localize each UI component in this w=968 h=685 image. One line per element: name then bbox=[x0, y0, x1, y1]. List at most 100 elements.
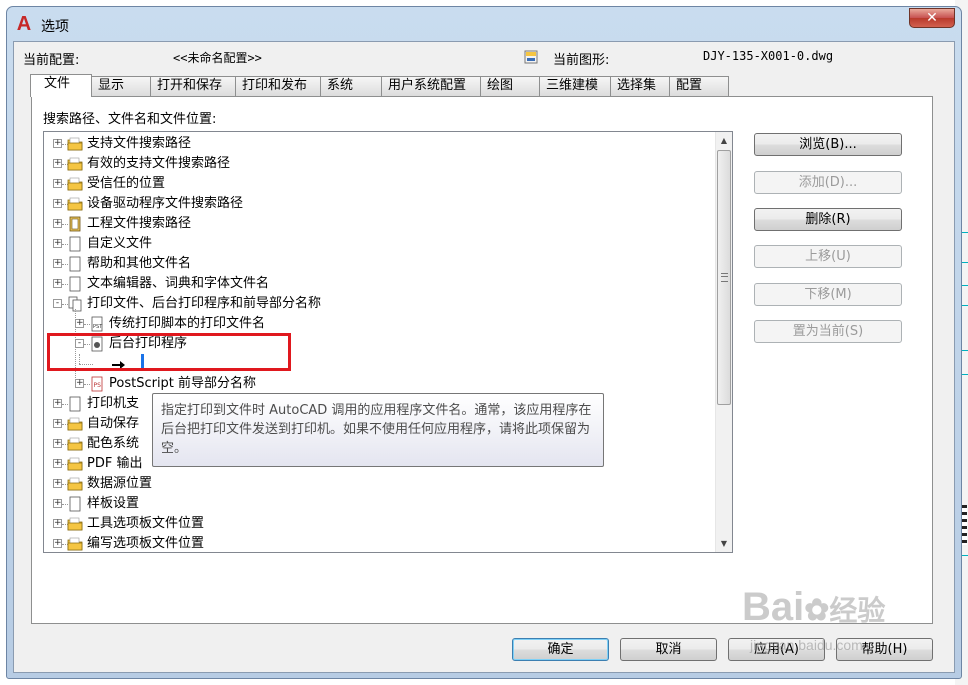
tree-node[interactable]: + PST 传统打印脚本的打印文件名 bbox=[44, 314, 704, 334]
expand-icon[interactable]: + bbox=[53, 199, 62, 208]
tree-node[interactable]: + 工程文件搜索路径 bbox=[44, 214, 704, 234]
remove-button[interactable]: 删除(R) bbox=[754, 208, 902, 231]
collapse-icon[interactable]: - bbox=[53, 299, 62, 308]
tree-node-label: 打印机支 bbox=[87, 396, 140, 411]
tab-selection[interactable]: 选择集 bbox=[610, 76, 670, 96]
help-button[interactable]: 帮助(H) bbox=[836, 638, 933, 661]
expand-icon[interactable]: + bbox=[53, 159, 62, 168]
folder-icon bbox=[67, 136, 83, 152]
tab-user-preferences[interactable]: 用户系统配置 bbox=[381, 76, 481, 96]
current-profile-value: <<未命名配置>> bbox=[173, 51, 262, 65]
cancel-button[interactable]: 取消 bbox=[620, 638, 717, 661]
annotation-highlight-box bbox=[47, 333, 291, 371]
tree-node-label: 工程文件搜索路径 bbox=[87, 216, 192, 231]
folder-icon bbox=[67, 476, 83, 492]
tree-vertical-scrollbar[interactable]: ▲ ▼ bbox=[715, 132, 732, 552]
move-up-button[interactable]: 上移(U) bbox=[754, 245, 902, 268]
folder-icon bbox=[67, 436, 83, 452]
tree-node[interactable]: + 设备驱动程序文件搜索路径 bbox=[44, 194, 704, 214]
tree-node[interactable]: + 文本编辑器、词典和字体文件名 bbox=[44, 274, 704, 294]
scrollbar-thumb[interactable] bbox=[717, 150, 731, 405]
tooltip: 指定打印到文件时 AutoCAD 调用的应用程序文件名。通常，该应用程序在后台把… bbox=[152, 393, 604, 467]
tree-node-label: 传统打印脚本的打印文件名 bbox=[109, 316, 266, 331]
drawing-file-icon bbox=[524, 50, 538, 64]
tree-node[interactable]: + 工具选项板文件位置 bbox=[44, 514, 704, 534]
expand-icon[interactable]: + bbox=[53, 519, 62, 528]
autocad-logo-icon: A bbox=[16, 13, 32, 35]
tree-node[interactable]: + 编写选项板文件位置 bbox=[44, 534, 704, 552]
folder-icon bbox=[67, 416, 83, 432]
expand-icon[interactable]: + bbox=[53, 499, 62, 508]
expand-icon[interactable]: + bbox=[53, 399, 62, 408]
scroll-up-arrow-icon[interactable]: ▲ bbox=[716, 132, 732, 149]
tree-node-label: 样板设置 bbox=[87, 496, 140, 511]
file-icon bbox=[67, 236, 83, 252]
window-title: 选项 bbox=[41, 19, 69, 35]
scroll-down-arrow-icon[interactable]: ▼ bbox=[716, 535, 732, 552]
tree-node[interactable]: - 打印文件、后台打印程序和前导部分名称 bbox=[44, 294, 704, 314]
tree-node[interactable]: + 样板设置 bbox=[44, 494, 704, 514]
tree-node-label: 受信任的位置 bbox=[87, 176, 166, 191]
folder-icon bbox=[67, 536, 83, 552]
close-button[interactable]: ✕ bbox=[909, 8, 955, 28]
search-paths-label: 搜索路径、文件名和文件位置: bbox=[43, 112, 217, 127]
ok-button[interactable]: 确定 bbox=[512, 638, 609, 661]
expand-icon[interactable]: + bbox=[53, 259, 62, 268]
current-profile-label: 当前配置: bbox=[23, 53, 80, 68]
folder-icon bbox=[67, 156, 83, 172]
tab-plot-publish[interactable]: 打印和发布 bbox=[235, 76, 321, 96]
expand-icon[interactable]: + bbox=[53, 459, 62, 468]
file-icon bbox=[67, 256, 83, 272]
pst-file-icon: PST bbox=[89, 316, 105, 332]
tree-node-label: PDF 输出 bbox=[87, 456, 143, 471]
browse-button[interactable]: 浏览(B)... bbox=[754, 133, 902, 156]
tab-open-save[interactable]: 打开和保存 bbox=[150, 76, 236, 96]
tab-profiles[interactable]: 配置 bbox=[669, 76, 729, 96]
folder-icon bbox=[67, 176, 83, 192]
expand-icon[interactable]: + bbox=[53, 139, 62, 148]
title-bar[interactable]: A 选项 ✕ bbox=[7, 7, 961, 41]
expand-icon[interactable]: + bbox=[53, 439, 62, 448]
tree-node[interactable]: + 支持文件搜索路径 bbox=[44, 134, 704, 154]
tab-3d-modeling[interactable]: 三维建模 bbox=[539, 76, 611, 96]
tree-node-label: 打印文件、后台打印程序和前导部分名称 bbox=[87, 296, 322, 311]
tab-files[interactable]: 文件 bbox=[30, 74, 92, 97]
tree-node-label: 自动保存 bbox=[87, 416, 140, 431]
tree-node-label: 自定义文件 bbox=[87, 236, 153, 251]
tree-node[interactable]: + 自定义文件 bbox=[44, 234, 704, 254]
file-icon bbox=[67, 396, 83, 412]
expand-icon[interactable]: + bbox=[53, 179, 62, 188]
tree-node[interactable]: + 有效的支持文件搜索路径 bbox=[44, 154, 704, 174]
tree-node-label: 支持文件搜索路径 bbox=[87, 136, 192, 151]
expand-icon[interactable]: + bbox=[75, 319, 84, 328]
current-drawing-value: DJY-135-X001-0.dwg bbox=[703, 49, 834, 63]
folder-icon bbox=[67, 516, 83, 532]
tree-node[interactable]: + 帮助和其他文件名 bbox=[44, 254, 704, 274]
move-down-button[interactable]: 下移(M) bbox=[754, 283, 902, 306]
expand-icon[interactable]: + bbox=[53, 279, 62, 288]
svg-text:PST: PST bbox=[93, 324, 103, 330]
expand-icon[interactable]: + bbox=[53, 479, 62, 488]
add-button[interactable]: 添加(D)... bbox=[754, 171, 902, 194]
expand-icon[interactable]: + bbox=[75, 379, 84, 388]
expand-icon[interactable]: + bbox=[53, 539, 62, 548]
expand-icon[interactable]: + bbox=[53, 239, 62, 248]
file-icon bbox=[67, 496, 83, 512]
tree-node[interactable]: + PS PostScript 前导部分名称 bbox=[44, 374, 704, 394]
tab-drafting[interactable]: 绘图 bbox=[480, 76, 540, 96]
apply-button[interactable]: 应用(A) bbox=[728, 638, 825, 661]
set-current-button[interactable]: 置为当前(S) bbox=[754, 320, 902, 343]
file-icon bbox=[67, 276, 83, 292]
svg-text:PS: PS bbox=[94, 382, 102, 389]
folder-icon bbox=[67, 456, 83, 472]
ps-file-icon: PS bbox=[89, 376, 105, 392]
tree-node[interactable]: + 受信任的位置 bbox=[44, 174, 704, 194]
tab-display[interactable]: 显示 bbox=[91, 76, 151, 96]
tree-node-label: 有效的支持文件搜索路径 bbox=[87, 156, 231, 171]
tab-system[interactable]: 系统 bbox=[320, 76, 382, 96]
folder-icon bbox=[67, 196, 83, 212]
tree-node[interactable]: + 数据源位置 bbox=[44, 474, 704, 494]
expand-icon[interactable]: + bbox=[53, 419, 62, 428]
expand-icon[interactable]: + bbox=[53, 219, 62, 228]
tree-node-label: 配色系统 bbox=[87, 436, 140, 451]
